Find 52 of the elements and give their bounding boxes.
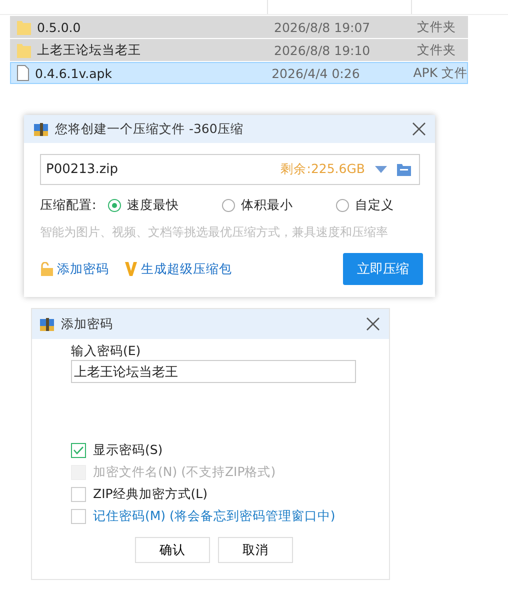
compression-option[interactable]: 体积最小 — [222, 196, 336, 214]
hint-text: 智能为图片、视频、文档等挑选最优压缩方式，兼具速度和压缩率 — [40, 224, 389, 241]
archive-app-icon — [39, 316, 55, 332]
option-label: 速度最快 — [127, 196, 179, 214]
file-icon — [17, 65, 29, 81]
close-icon[interactable] — [366, 317, 380, 331]
file-name: 0.5.0.0 — [37, 20, 81, 34]
checkbox[interactable] — [71, 486, 86, 502]
folder-icon — [17, 42, 31, 58]
file-row[interactable]: 0.4.6.1v.apk 2026/4/4 0:26 APK 文件 — [10, 62, 468, 84]
checkbox[interactable] — [71, 442, 86, 458]
password-field[interactable]: 上老王论坛当老王 — [71, 360, 356, 383]
file-date: 2026/8/8 19:07 — [274, 20, 372, 34]
checkbox[interactable] — [71, 508, 86, 524]
archive-app-icon — [33, 121, 49, 137]
config-label: 压缩配置: — [40, 196, 98, 214]
radio-button[interactable] — [336, 198, 349, 212]
checkbox-label: 加密文件名(N) (不支持ZIP格式) — [93, 464, 276, 480]
file-row[interactable]: 上老王论坛当老王 2026/8/8 19:10 文件夹 — [10, 39, 468, 61]
compress-button[interactable]: 立即压缩 — [343, 253, 423, 285]
v-icon — [125, 262, 137, 276]
free-space-text: 剩余:225.6GB — [280, 161, 365, 178]
checkbox-label: 记住密码(M) (将会备忘到密码管理窗口中) — [93, 508, 336, 524]
file-type: 文件夹 — [417, 42, 456, 58]
file-date: 2026/4/4 0:26 — [272, 66, 361, 80]
padlock-icon — [40, 262, 53, 276]
dialog-title: 添加密码 — [61, 316, 114, 332]
super-package-link[interactable]: 生成超级压缩包 — [125, 260, 232, 278]
radio-button[interactable] — [108, 198, 121, 212]
file-date: 2026/8/8 19:10 — [274, 42, 372, 58]
dialog-title: 您将创建一个压缩文件 -360压缩 — [55, 120, 244, 138]
add-password-link[interactable]: 添加密码 — [40, 260, 109, 278]
file-type: 文件夹 — [417, 18, 456, 36]
option-label: 体积最小 — [241, 196, 293, 214]
compression-option[interactable]: 速度最快 — [108, 196, 222, 214]
file-type: APK 文件 — [413, 64, 467, 82]
file-name: 上老王论坛当老王 — [37, 42, 141, 58]
compression-option[interactable]: 自定义 — [336, 196, 394, 214]
checkbox-label: ZIP经典加密方式(L) — [93, 486, 208, 502]
close-icon[interactable] — [412, 122, 426, 136]
dialog-button[interactable]: 取消 — [218, 537, 293, 563]
field-label: 输入密码(E) — [71, 343, 142, 358]
dropdown-icon[interactable] — [375, 166, 387, 174]
folder-icon[interactable] — [397, 164, 411, 176]
file-row[interactable]: 0.5.0.0 2026/8/8 19:07 文件夹 — [10, 16, 468, 38]
folder-icon — [17, 19, 31, 35]
radio-button[interactable] — [222, 198, 235, 212]
file-name: 0.4.6.1v.apk — [35, 66, 112, 80]
option-label: 自定义 — [355, 196, 394, 214]
filename-field[interactable]: P00213.zip 剩余:225.6GB — [40, 154, 420, 185]
checkbox-label: 显示密码(S) — [93, 442, 163, 458]
dialog-button[interactable]: 确认 — [135, 537, 210, 563]
